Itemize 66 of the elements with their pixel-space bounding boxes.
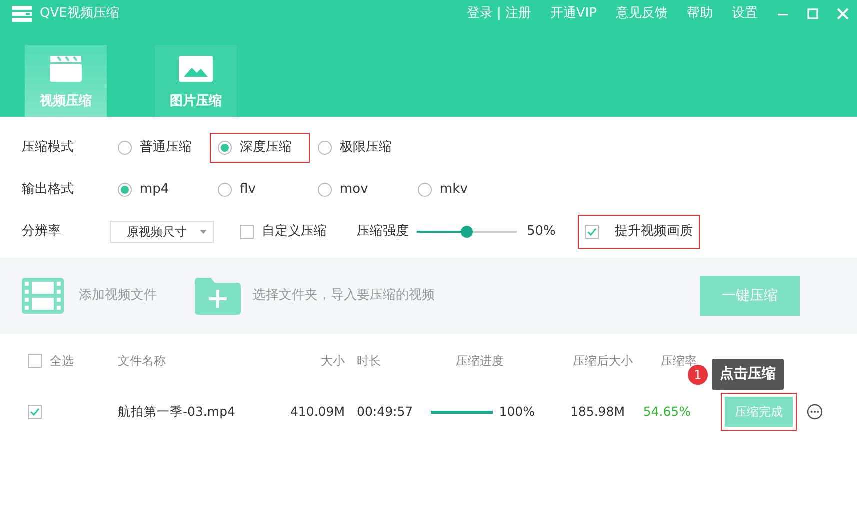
menu-link[interactable]: 开通VIP: [550, 4, 597, 24]
folder-plus-icon[interactable]: [195, 277, 241, 315]
menu-link[interactable]: 帮助: [687, 4, 713, 24]
radio-button[interactable]: [318, 183, 332, 197]
option-label[interactable]: 极限压缩: [340, 138, 392, 158]
column-header: 时长: [356, 353, 382, 370]
check-icon: [586, 228, 597, 236]
option-label[interactable]: 普通压缩: [140, 138, 192, 158]
option-label[interactable]: mkv: [440, 180, 468, 200]
checkbox-label[interactable]: 提升视频画质: [614, 222, 693, 242]
caret-icon: [200, 230, 207, 234]
separator: |: [497, 5, 502, 24]
column-header: 压缩后大小: [572, 353, 633, 370]
slider-reading: 50%: [527, 223, 556, 242]
film-icon[interactable]: [22, 278, 64, 314]
field-label: 压缩模式: [22, 139, 75, 158]
option-label[interactable]: mp4: [140, 180, 170, 200]
field-label: 输出格式: [22, 181, 75, 200]
radio-button[interactable]: [118, 141, 132, 155]
checkbox-label[interactable]: 自定义压缩: [262, 222, 327, 242]
column-header: 压缩进度: [455, 353, 505, 370]
table-cell-text: 410.09M: [290, 402, 345, 421]
table-cell-text: 00:49:57: [356, 402, 414, 421]
add-folder-link[interactable]: 选择文件夹，导入要压缩的视频: [253, 286, 435, 306]
option-label[interactable]: flv: [240, 180, 256, 200]
more-icon[interactable]: [807, 404, 823, 420]
field-label: 分辨率: [22, 223, 62, 242]
radio-button[interactable]: [218, 183, 232, 197]
step-badge: 1: [688, 364, 708, 384]
table-cell-text: 54.65%: [642, 402, 692, 421]
checkbox[interactable]: [28, 405, 42, 419]
window-title: QVE视频压缩: [40, 5, 120, 24]
check-icon: [30, 408, 40, 416]
select-all-label[interactable]: 全选: [50, 352, 74, 370]
menu-link[interactable]: 登录: [467, 4, 494, 24]
radio-button[interactable]: [418, 183, 432, 197]
slider-label: 压缩强度: [357, 223, 409, 242]
add-file-link[interactable]: 添加视频文件: [79, 286, 157, 306]
close-icon[interactable]: [837, 8, 849, 20]
tab[interactable]: 图片压缩: [155, 45, 237, 117]
checkbox[interactable]: [240, 225, 254, 239]
menu-link[interactable]: 意见反馈: [616, 4, 668, 24]
progress-reading: 100%: [499, 402, 535, 421]
column-header: 文件名称: [118, 353, 167, 370]
resolution-dropdown[interactable]: 原视频尺寸: [110, 221, 214, 243]
option-label[interactable]: mov: [340, 180, 368, 200]
menu-link[interactable]: 设置: [732, 4, 758, 24]
table-cell-text: 185.98M: [569, 402, 626, 421]
checkbox[interactable]: [28, 354, 42, 368]
option-label[interactable]: 深度压缩: [240, 138, 292, 158]
checkbox[interactable]: [584, 225, 599, 239]
tab[interactable]: 视频压缩: [25, 45, 107, 117]
maximize-icon[interactable]: [807, 8, 819, 20]
radio-button[interactable]: [118, 183, 132, 197]
radio-button[interactable]: [218, 141, 232, 155]
app-logo-icon: [12, 6, 32, 22]
menu-link[interactable]: 注册: [505, 4, 532, 24]
image-icon: [179, 56, 213, 82]
progress-bar: [431, 410, 494, 414]
compress-all-button[interactable]: 一键压缩: [700, 276, 800, 316]
radio-button[interactable]: [318, 141, 332, 155]
tooltip: 点击压缩: [712, 359, 784, 390]
table-cell-text: 航拍第一季-03.mp4: [118, 402, 236, 421]
column-header: 大小: [320, 353, 345, 370]
status-button[interactable]: 压缩完成: [725, 397, 793, 427]
clapperboard-icon: [50, 56, 82, 82]
